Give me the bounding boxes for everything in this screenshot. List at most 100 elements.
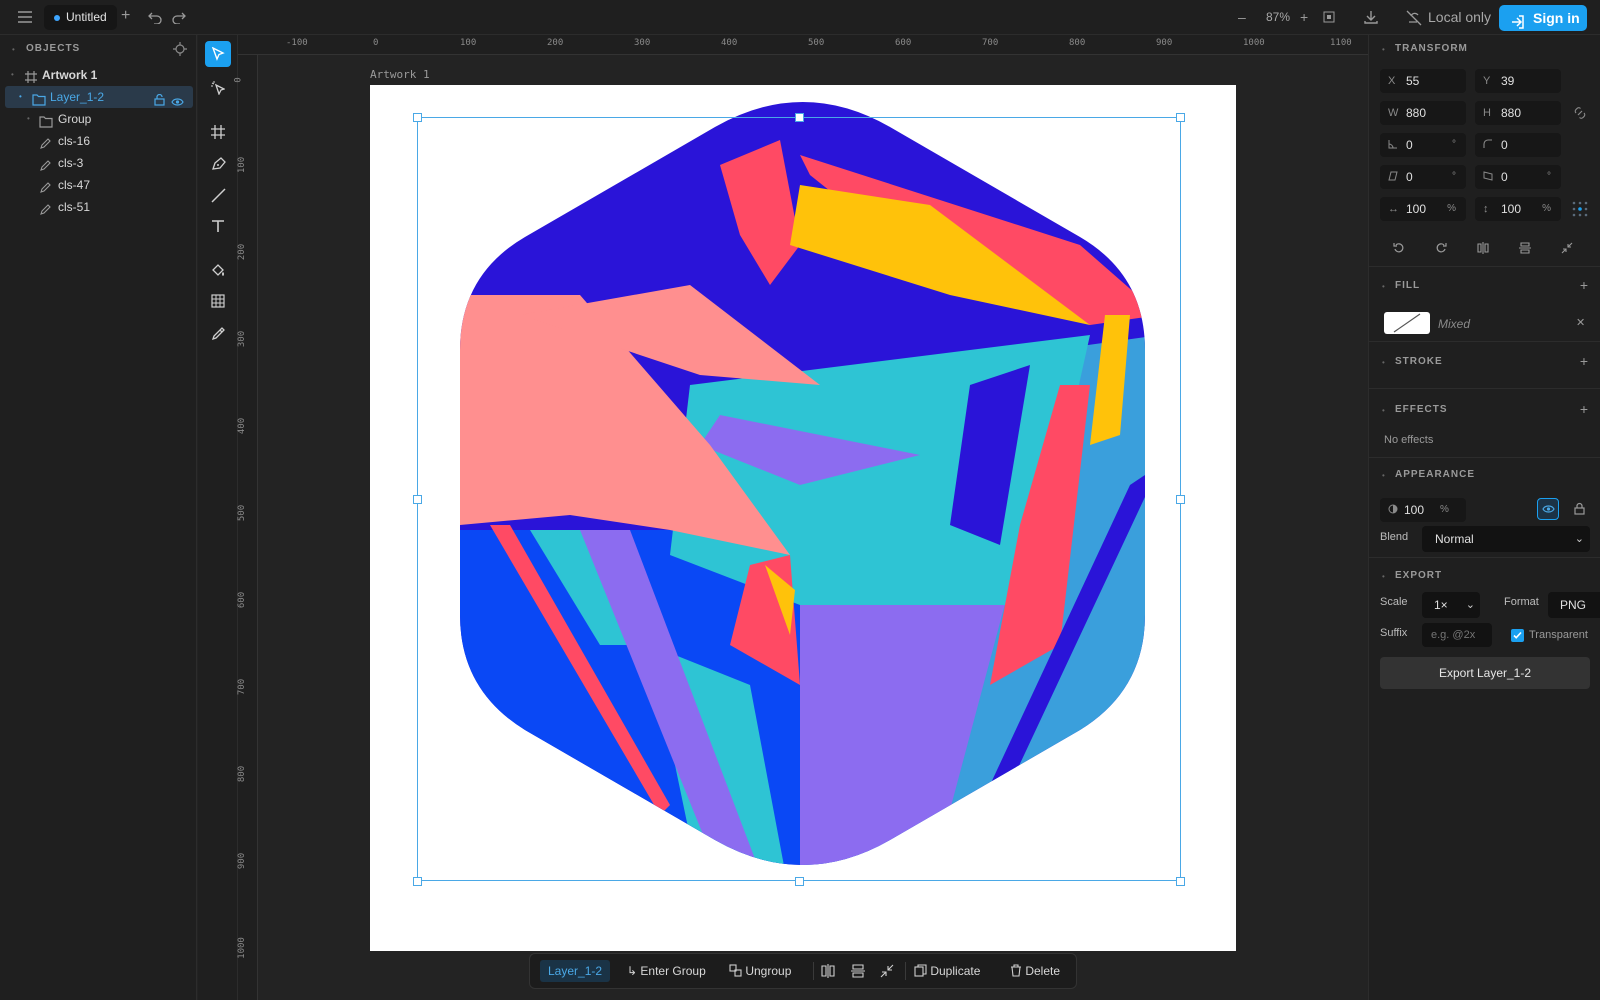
origin-grid-icon[interactable]	[1572, 201, 1588, 220]
flip-horizontal-icon[interactable]	[821, 964, 835, 981]
export-scale-select[interactable]: 1× ⌄	[1422, 592, 1480, 618]
text-tool-button[interactable]	[205, 213, 231, 239]
scale-y-value: 100	[1501, 202, 1522, 216]
resize-handle[interactable]	[1176, 495, 1185, 504]
duplicate-button[interactable]: Duplicate	[914, 954, 980, 988]
document-tab[interactable]: Untitled	[44, 5, 117, 30]
flip-vertical-icon[interactable]	[851, 964, 865, 981]
expand-bullet-icon[interactable]: •	[11, 64, 14, 86]
tree-item-group[interactable]: • Group	[0, 108, 197, 130]
tree-item-path[interactable]: cls-3	[0, 152, 197, 174]
sign-in-button[interactable]: Sign in	[1499, 5, 1587, 31]
tree-item-path[interactable]: cls-16	[0, 130, 197, 152]
collapse-arrows-icon[interactable]	[1561, 242, 1573, 257]
rotate-cw-icon[interactable]	[1435, 242, 1447, 257]
export-button[interactable]: Export Layer_1-2	[1380, 657, 1590, 689]
collapse-bullet-icon[interactable]: •	[1382, 358, 1385, 367]
select-tool-button[interactable]	[205, 41, 231, 67]
expand-bullet-icon[interactable]: •	[27, 108, 30, 130]
remove-fill-icon[interactable]: ✕	[1576, 316, 1585, 329]
tree-item-artboard[interactable]: • Artwork 1	[0, 64, 197, 86]
resize-handle[interactable]	[795, 113, 804, 122]
ruler-tick-label: 900	[237, 852, 248, 870]
flip-horizontal-icon[interactable]	[1477, 242, 1489, 257]
scale-y-field[interactable]: ↕ 100 %	[1475, 197, 1561, 221]
blend-select[interactable]: Normal ⌄	[1422, 526, 1590, 552]
collapse-bullet-icon[interactable]: •	[1382, 45, 1385, 54]
rotation-field[interactable]: 0 °	[1380, 133, 1466, 157]
fit-screen-icon[interactable]	[1323, 11, 1335, 25]
add-stroke-icon[interactable]: +	[1580, 353, 1588, 369]
visibility-toggle[interactable]	[1537, 498, 1559, 520]
zoom-in-icon[interactable]: +	[1300, 10, 1308, 24]
direct-select-tool-button[interactable]	[205, 75, 231, 101]
tree-item-label: Layer_1-2	[50, 90, 105, 104]
export-format-select[interactable]: PNG	[1548, 592, 1600, 618]
new-tab-plus-icon[interactable]: +	[121, 8, 130, 24]
pen-tool-button[interactable]	[205, 150, 231, 176]
collapse-bullet-icon[interactable]: •	[12, 45, 15, 54]
undo-icon[interactable]	[148, 10, 162, 26]
ruler-tick-label: 400	[237, 417, 248, 435]
line-tool-button[interactable]	[205, 182, 231, 208]
collapse-bullet-icon[interactable]: •	[1382, 282, 1385, 291]
resize-handle[interactable]	[413, 877, 422, 886]
collapse-bullet-icon[interactable]: •	[1382, 572, 1385, 581]
lock-open-icon[interactable]	[1574, 502, 1585, 518]
ungroup-button[interactable]: Ungroup	[729, 954, 791, 988]
selection-bounding-box[interactable]	[417, 117, 1181, 881]
add-fill-icon[interactable]: +	[1580, 277, 1588, 293]
document-tab-title: Untitled	[66, 10, 107, 24]
skew-x-unit: °	[1452, 171, 1456, 182]
zoom-level[interactable]: 87%	[1262, 10, 1294, 24]
zoom-out-icon[interactable]: –	[1238, 10, 1246, 24]
collapse-arrows-icon[interactable]	[880, 964, 894, 981]
resize-handle[interactable]	[1176, 877, 1185, 886]
suffix-input[interactable]	[1422, 623, 1492, 647]
layer-chip[interactable]: Layer_1-2	[540, 960, 611, 982]
height-field[interactable]: H 880	[1475, 101, 1561, 125]
artboard-title[interactable]: Artwork 1	[370, 68, 430, 81]
tree-item-path[interactable]: cls-47	[0, 174, 197, 196]
skew-x-value: 0	[1406, 170, 1413, 184]
ruler-tick-label: 1000	[1243, 38, 1265, 48]
link-proportions-icon[interactable]	[1573, 107, 1587, 122]
add-effect-icon[interactable]: +	[1580, 401, 1588, 417]
rotate-ccw-icon[interactable]	[1393, 242, 1405, 257]
skew-x-field[interactable]: 0 °	[1380, 165, 1466, 189]
fill-tool-button[interactable]	[205, 257, 231, 283]
resize-handle[interactable]	[1176, 113, 1185, 122]
eyedropper-tool-button[interactable]	[205, 320, 231, 346]
collapse-bullet-icon[interactable]: •	[1382, 471, 1385, 480]
tree-item-label: Group	[58, 112, 92, 126]
scale-x-field[interactable]: ↔ 100 %	[1380, 197, 1466, 221]
enter-group-button[interactable]: ↳ Enter Group	[627, 954, 706, 988]
transparent-checkbox[interactable]	[1511, 629, 1524, 642]
skew-y-field[interactable]: 0 °	[1475, 165, 1561, 189]
tree-item-path[interactable]: cls-51	[0, 196, 197, 218]
collapse-bullet-icon[interactable]: •	[1382, 406, 1385, 415]
line-icon	[211, 188, 226, 203]
menu-icon[interactable]	[17, 10, 33, 26]
expand-bullet-icon[interactable]: •	[19, 86, 22, 108]
resize-handle[interactable]	[413, 113, 422, 122]
fill-value[interactable]: Mixed	[1438, 317, 1470, 331]
resize-handle[interactable]	[795, 877, 804, 886]
resize-handle[interactable]	[413, 495, 422, 504]
delete-button[interactable]: Delete	[1010, 954, 1060, 988]
y-field[interactable]: Y 39	[1475, 69, 1561, 93]
download-icon[interactable]	[1363, 9, 1379, 27]
flip-vertical-icon[interactable]	[1519, 242, 1531, 257]
opacity-field[interactable]: 100 %	[1380, 498, 1466, 522]
locate-icon[interactable]	[173, 42, 187, 59]
frame-tool-button[interactable]	[205, 119, 231, 145]
redo-icon[interactable]	[172, 10, 186, 26]
x-field[interactable]: X 55	[1380, 69, 1466, 93]
fill-swatch[interactable]	[1384, 312, 1430, 334]
radius-field[interactable]: 0	[1475, 133, 1561, 157]
table-tool-button[interactable]	[205, 288, 231, 314]
ruler-tick-label: 600	[237, 591, 248, 609]
width-field[interactable]: W 880	[1380, 101, 1466, 125]
stroke-title: STROKE	[1395, 356, 1443, 367]
tree-item-layer[interactable]: • Layer_1-2	[5, 86, 193, 108]
